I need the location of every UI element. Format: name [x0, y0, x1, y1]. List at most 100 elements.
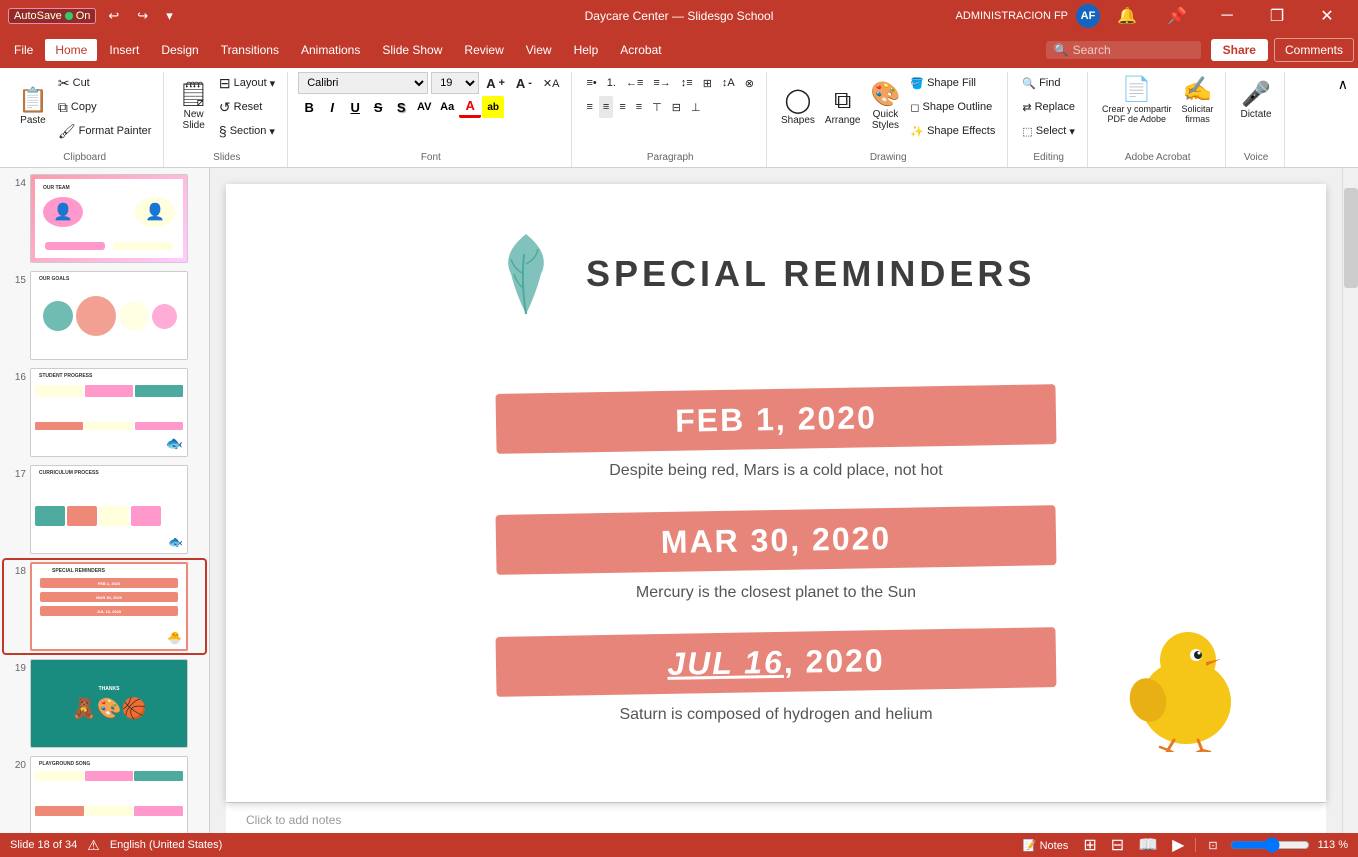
shape-effects-button[interactable]: ✨ Shape Effects [906, 120, 999, 142]
menu-home[interactable]: Home [45, 39, 97, 61]
replace-icon: ⇄ [1022, 101, 1031, 114]
slide-thumb-15[interactable]: 15 OUR GOALS [4, 269, 205, 362]
view-normal-button[interactable]: ⊞ [1080, 835, 1099, 855]
clear-format-button[interactable]: ✕A [539, 72, 564, 94]
new-slide-button[interactable]: 🗒 New Slide [174, 78, 212, 136]
slide-thumb-16[interactable]: 16 STUDENT PROGRESS 🐟 [4, 366, 205, 459]
date-banner-1[interactable]: FEB 1, 2020 [496, 384, 1057, 454]
section-button[interactable]: § Section ▾ [215, 120, 279, 142]
restore-button[interactable]: ❐ [1254, 0, 1300, 32]
replace-button[interactable]: ⇄ Replace [1018, 96, 1079, 118]
view-slide-sorter-button[interactable]: ⊟ [1108, 835, 1127, 855]
menu-acrobat[interactable]: Acrobat [610, 39, 671, 61]
menu-slideshow[interactable]: Slide Show [372, 39, 452, 61]
redo-button[interactable]: ↪ [131, 6, 154, 26]
add-remove-columns-button[interactable]: ⊞ [699, 72, 716, 94]
align-center-button[interactable]: ≡ [599, 96, 613, 118]
align-middle-button[interactable]: ⊟ [668, 96, 685, 118]
convert-smartart-button[interactable]: ⊗ [741, 72, 758, 94]
find-button[interactable]: 🔍 Find [1018, 72, 1064, 94]
underline-button[interactable]: U [344, 96, 366, 118]
align-right-button[interactable]: ≡ [615, 96, 629, 118]
user-avatar[interactable]: AF [1076, 4, 1100, 28]
increase-indent-button[interactable]: ≡→ [649, 72, 674, 94]
change-case-button[interactable]: Aa [436, 96, 458, 118]
date-banner-2[interactable]: MAR 30, 2020 [496, 505, 1057, 575]
menu-view[interactable]: View [516, 39, 562, 61]
select-dropdown-icon: ▾ [1069, 125, 1075, 138]
date-text-2: MAR 30, 2020 [661, 519, 892, 560]
view-reading-button[interactable]: 📖 [1135, 835, 1161, 855]
justify-button[interactable]: ≡ [632, 96, 646, 118]
decrease-indent-button[interactable]: ←≡ [622, 72, 647, 94]
close-button[interactable]: ✕ [1304, 0, 1350, 32]
create-pdf-button[interactable]: 📄 Crear y compartir PDF de Adobe [1098, 72, 1176, 130]
ribbon-toggle-button[interactable]: 📌 [1154, 0, 1200, 32]
quick-access-customize[interactable]: ▾ [160, 6, 179, 26]
notes-bar[interactable]: Click to add notes [226, 802, 1326, 833]
search-box[interactable]: 🔍 [1046, 41, 1201, 59]
italic-button[interactable]: I [321, 96, 343, 118]
copy-button[interactable]: ⧉ Copy [54, 96, 156, 118]
layout-button[interactable]: ⊟ Layout ▾ [215, 72, 279, 94]
notifications-button[interactable]: 🔔 [1104, 0, 1150, 32]
section-icon: § [219, 123, 227, 139]
slide-thumb-14[interactable]: 14 OUR TEAM 👤 👤 [4, 172, 205, 265]
highlight-button[interactable]: ab [482, 96, 504, 118]
slide-thumb-18[interactable]: 18 SPECIAL REMINDERS FEB 1, 2020 MAR 30,… [4, 560, 205, 653]
select-button[interactable]: ⬚ Select ▾ [1018, 120, 1079, 142]
slides-label: Slides [174, 150, 279, 167]
character-spacing-button[interactable]: AV [413, 96, 435, 118]
align-bottom-button[interactable]: ⊥ [687, 96, 705, 118]
share-button[interactable]: Share [1211, 39, 1268, 61]
paste-button[interactable]: 📋 Paste [14, 78, 52, 136]
notes-button[interactable]: 📝 Notes [1019, 839, 1073, 852]
undo-button[interactable]: ↩ [102, 6, 125, 26]
dictate-button[interactable]: 🎤 Dictate [1236, 72, 1275, 130]
arrange-button[interactable]: ⧉ Arrange [821, 78, 865, 136]
collapse-ribbon-button[interactable]: ∧ [1334, 72, 1352, 97]
menu-insert[interactable]: Insert [99, 39, 149, 61]
menu-review[interactable]: Review [454, 39, 513, 61]
font-size-selector[interactable]: 19 [431, 72, 479, 94]
slide-thumb-17[interactable]: 17 CURRICULUM PROCESS 🐟 [4, 463, 205, 556]
slide-thumb-19[interactable]: 19 THANKS 🧸🎨🏀 [4, 657, 205, 750]
strikethrough-button[interactable]: S [367, 96, 389, 118]
shape-fill-button[interactable]: 🪣 Shape Fill [906, 72, 999, 94]
slide-thumb-20[interactable]: 20 PLAYGROUND SONG [4, 754, 205, 833]
bullets-button[interactable]: ≡• [582, 72, 600, 94]
zoom-slider[interactable] [1230, 837, 1310, 853]
comments-button[interactable]: Comments [1274, 38, 1354, 62]
search-input[interactable] [1073, 43, 1193, 57]
view-slideshow-button[interactable]: ▶ [1169, 835, 1187, 855]
decrease-font-button[interactable]: A- [512, 72, 536, 94]
shapes-button[interactable]: ◯ Shapes [777, 78, 819, 136]
menu-animations[interactable]: Animations [291, 39, 370, 61]
fit-slide-button[interactable]: ⊡ [1204, 839, 1221, 852]
request-sign-button[interactable]: ✍ Solicitar firmas [1177, 72, 1217, 130]
align-top-button[interactable]: ⊤ [648, 96, 666, 118]
slide-image-19: THANKS 🧸🎨🏀 [30, 659, 188, 748]
text-direction-button[interactable]: ↕A [718, 72, 739, 94]
increase-font-button[interactable]: A+ [482, 72, 509, 94]
quick-styles-button[interactable]: 🎨 Quick Styles [866, 78, 904, 136]
format-painter-button[interactable]: 🖌 Format Painter [54, 120, 156, 142]
reset-button[interactable]: ↺ Reset [215, 96, 279, 118]
date-banner-3[interactable]: JUL 16, 2020 [496, 627, 1057, 697]
font-family-selector[interactable]: Calibri [298, 72, 428, 94]
autosave-badge[interactable]: AutoSave On [8, 8, 96, 24]
font-color-button[interactable]: A [459, 96, 481, 118]
cut-button[interactable]: ✂ Cut [54, 72, 156, 94]
menu-design[interactable]: Design [151, 39, 208, 61]
numbering-button[interactable]: 1. [603, 72, 620, 94]
shadow-button[interactable]: S [390, 96, 412, 118]
bold-button[interactable]: B [298, 96, 320, 118]
minimize-button[interactable]: ─ [1204, 0, 1250, 32]
line-spacing-button[interactable]: ↕≡ [677, 72, 697, 94]
align-left-button[interactable]: ≡ [582, 96, 596, 118]
menu-help[interactable]: Help [564, 39, 609, 61]
menu-file[interactable]: File [4, 39, 43, 61]
shape-outline-button[interactable]: ◻ Shape Outline [906, 96, 999, 118]
menu-transitions[interactable]: Transitions [211, 39, 289, 61]
slide-canvas[interactable]: SPECIAL REMINDERS FEB 1, 2020 Despite be… [226, 184, 1326, 802]
